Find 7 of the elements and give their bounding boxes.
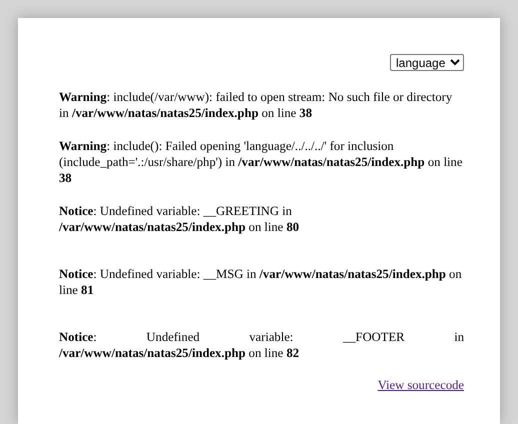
error-message: Notice: Undefined variable: __MSG in /var/www/natas/natas25/index.php on line 81 bbox=[59, 266, 463, 298]
error-message: Warning: include(): Failed opening 'language/../../../' for inclusion (include_path='.:/usr/share/php') in /var/www/natas/natas25/index.php on line 38 bbox=[59, 138, 464, 186]
error-message: Notice: Undefined variable: __GREETING in /var/www/natas/natas25/index.php on line 80 bbox=[59, 203, 300, 235]
language-dropdown[interactable]: language bbox=[390, 54, 464, 71]
error-message: Notice: Undefined variable: __FOOTER in /var/www/natas/natas25/index.php on line 82 bbox=[59, 329, 464, 361]
error-message: Warning: include(/var/www): failed to open stream: No such file or directory in /var/www/natas/natas25/index.php on line 38 bbox=[59, 89, 454, 121]
view-sourcecode-link[interactable]: View sourcecode bbox=[378, 378, 464, 393]
